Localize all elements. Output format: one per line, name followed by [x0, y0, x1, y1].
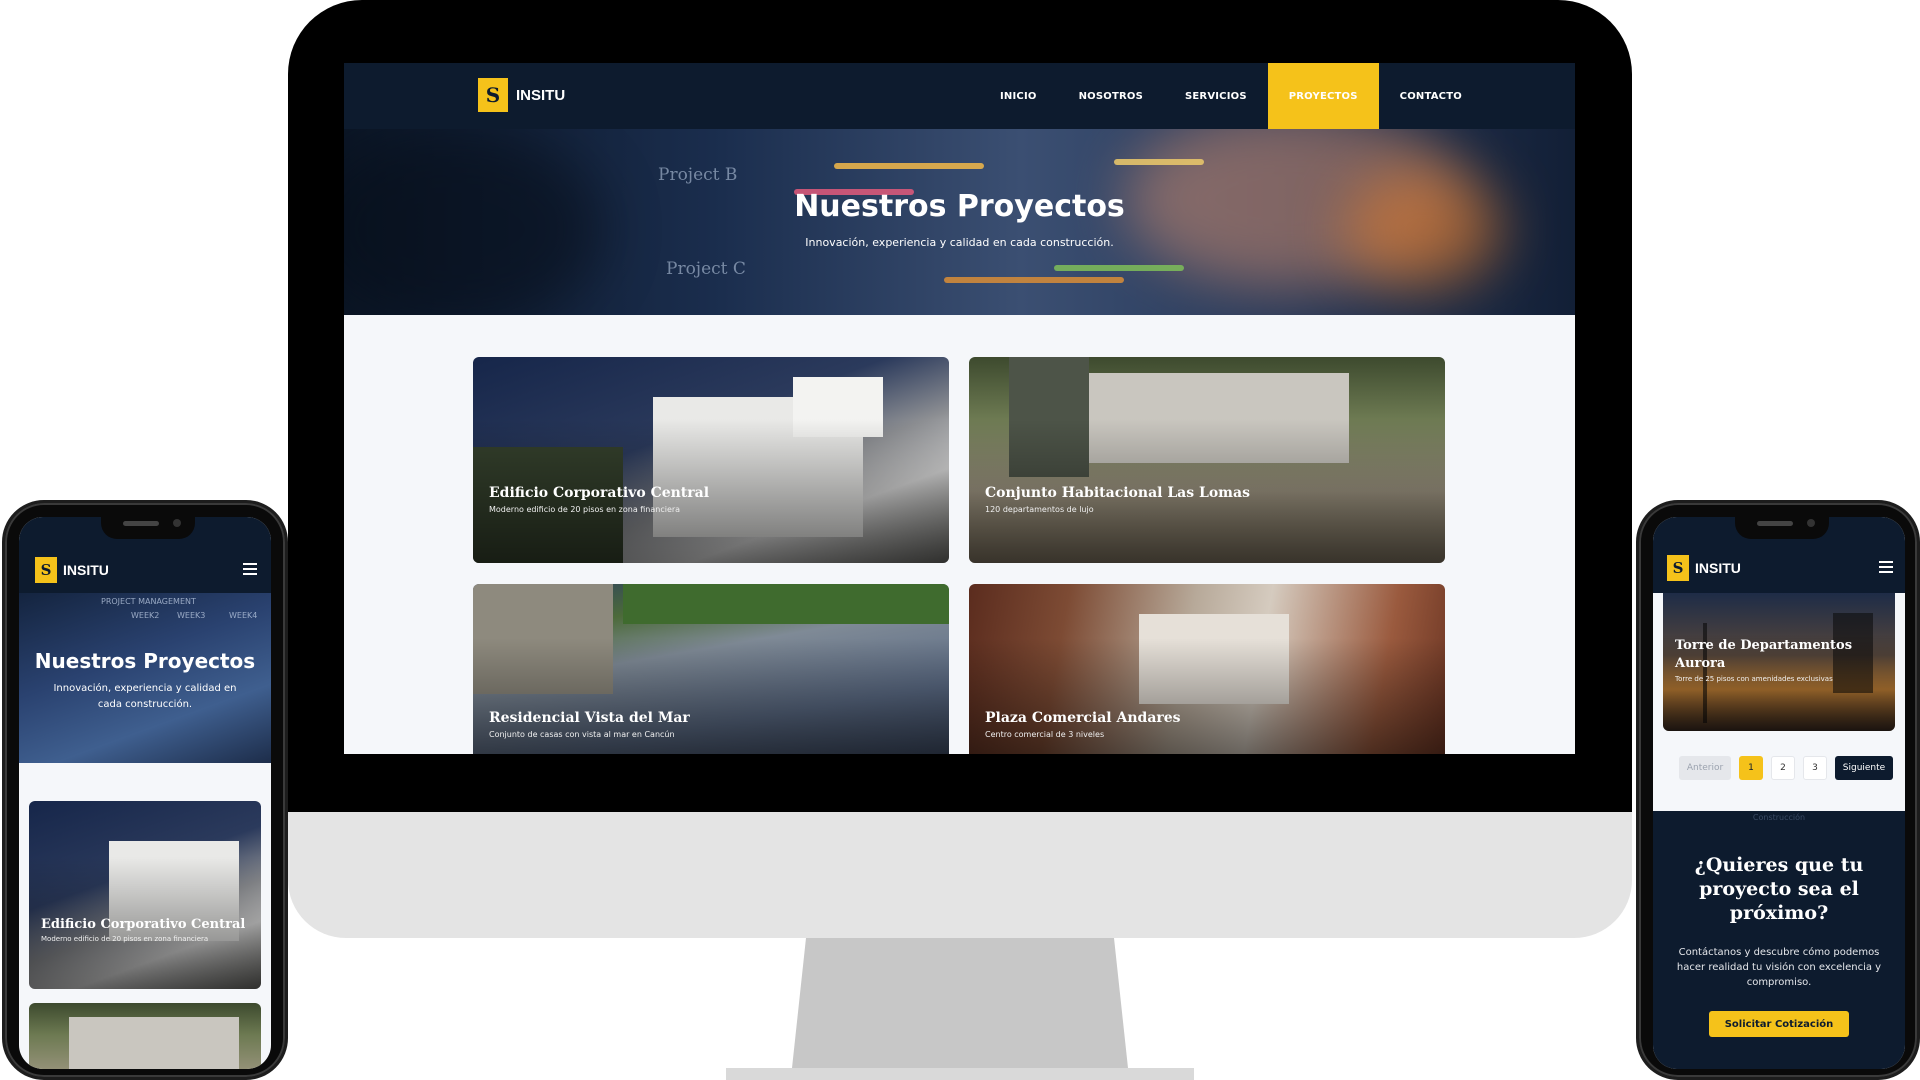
project-title: Edificio Corporativo Central — [489, 485, 710, 501]
mobile-logo[interactable]: S INSITU — [1667, 555, 1741, 581]
project-card[interactable]: Edificio Corporativo Central Moderno edi… — [473, 357, 949, 563]
project-desc: Moderno edificio de 20 pisos en zona fin… — [41, 935, 209, 943]
logo-text: INSITU — [1695, 560, 1741, 576]
logo-text: INSITU — [63, 562, 109, 578]
logo-mark: S — [35, 557, 57, 583]
project-title: Edificio Corporativo Central — [41, 917, 246, 932]
nav-contacto[interactable]: CONTACTO — [1379, 63, 1483, 129]
cta-title: ¿Quieres que tu proyecto sea el próximo? — [1694, 854, 1864, 924]
right-phone: S INSITU Torre de Departamentos Aurora T… — [1636, 500, 1920, 1080]
project-card-partial[interactable] — [29, 1003, 261, 1069]
pagination-page-3[interactable]: 3 — [1803, 756, 1827, 780]
project-desc: Conjunto de casas con vista al mar en Ca… — [489, 730, 675, 739]
hero-bg-label: WEEK4 — [229, 611, 258, 620]
imac-chin — [288, 812, 1632, 938]
hero-title: Nuestros Proyectos — [794, 189, 1125, 224]
desktop-screen: S INSITU INICIO NOSOTROS SERVICIOS PROYE… — [344, 63, 1575, 754]
cta-section: Construcción ¿Quieres que tu proyecto se… — [1653, 811, 1905, 1069]
hero-bg-label: WEEK2 — [131, 611, 160, 620]
hero-bg-label: WEEK3 — [177, 611, 206, 620]
project-title: Torre de Departamentos Aurora — [1675, 638, 1853, 671]
nav-proyectos[interactable]: PROYECTOS — [1267, 63, 1379, 129]
mobile-navbar: S INSITU — [1653, 545, 1905, 593]
project-card[interactable]: Edificio Corporativo Central Moderno edi… — [29, 801, 261, 989]
project-desc: Torre de 25 pisos con amenidades exclusi… — [1675, 675, 1833, 683]
hero-subtitle: Innovación, experiencia y calidad en cad… — [805, 236, 1114, 249]
pagination-page-1[interactable]: 1 — [1739, 756, 1763, 780]
project-desc: Centro comercial de 3 niveles — [985, 730, 1105, 739]
desktop-menu: INICIO NOSOTROS SERVICIOS PROYECTOS CONT… — [979, 63, 1483, 129]
project-title: Residencial Vista del Mar — [489, 710, 690, 726]
project-desc: Moderno edificio de 20 pisos en zona fin… — [489, 505, 681, 514]
pagination-page-2[interactable]: 2 — [1771, 756, 1795, 780]
project-card[interactable]: Conjunto Habitacional Las Lomas 120 depa… — [969, 357, 1445, 563]
desktop-hero: Project B Project C Nuestros Proyectos I… — [344, 129, 1575, 315]
pagination: Anterior 1 2 3 Siguiente — [1679, 756, 1893, 780]
mobile-navbar: S INSITU — [19, 545, 271, 593]
project-desc: 120 departamentos de lujo — [985, 505, 1094, 514]
hero-subtitle: Innovación, experiencia y calidad en cad… — [53, 683, 237, 710]
nav-nosotros[interactable]: NOSOTROS — [1058, 63, 1164, 129]
cta-button[interactable]: Solicitar Cotización — [1709, 1011, 1849, 1037]
logo-mark: S — [478, 78, 508, 112]
project-title: Conjunto Habitacional Las Lomas — [985, 485, 1250, 501]
hero-bg-label: Project B — [658, 165, 738, 185]
logo-mark: S — [1667, 555, 1689, 581]
left-phone-screen: S INSITU PROJECT MANAGEMENT WEEK2 WEEK3 … — [19, 517, 271, 1069]
imac-stand — [726, 938, 1194, 1080]
left-phone: S INSITU PROJECT MANAGEMENT WEEK2 WEEK3 … — [2, 500, 288, 1080]
project-title: Plaza Comercial Andares — [985, 710, 1181, 726]
hamburger-menu-icon[interactable] — [1879, 561, 1893, 576]
hero-bg-label: Project C — [666, 259, 746, 279]
pagination-next[interactable]: Siguiente — [1835, 756, 1893, 780]
project-card[interactable]: Torre de Departamentos Aurora Torre de 2… — [1663, 593, 1895, 731]
desktop-navbar: S INSITU INICIO NOSOTROS SERVICIOS PROYE… — [344, 63, 1575, 129]
logo-text: INSITU — [516, 86, 566, 104]
cta-text: Contáctanos y descubre cómo podemos hace… — [1676, 947, 1882, 988]
desktop-logo[interactable]: S INSITU — [478, 78, 565, 112]
project-card[interactable]: Residencial Vista del Mar Conjunto de ca… — [473, 584, 949, 754]
nav-inicio[interactable]: INICIO — [979, 63, 1058, 129]
hero-bg-label: PROJECT MANAGEMENT — [101, 597, 196, 606]
cta-faded-label: Construcción — [1752, 813, 1806, 822]
hamburger-menu-icon[interactable] — [243, 563, 257, 578]
pagination-prev[interactable]: Anterior — [1679, 756, 1731, 780]
mobile-hero: PROJECT MANAGEMENT WEEK2 WEEK3 WEEK4 Nue… — [19, 593, 271, 763]
right-phone-screen: S INSITU Torre de Departamentos Aurora T… — [1653, 517, 1905, 1069]
project-card[interactable]: Plaza Comercial Andares Centro comercial… — [969, 584, 1445, 754]
nav-servicios[interactable]: SERVICIOS — [1164, 63, 1268, 129]
mobile-logo[interactable]: S INSITU — [35, 557, 109, 583]
hero-title: Nuestros Proyectos — [34, 649, 256, 673]
